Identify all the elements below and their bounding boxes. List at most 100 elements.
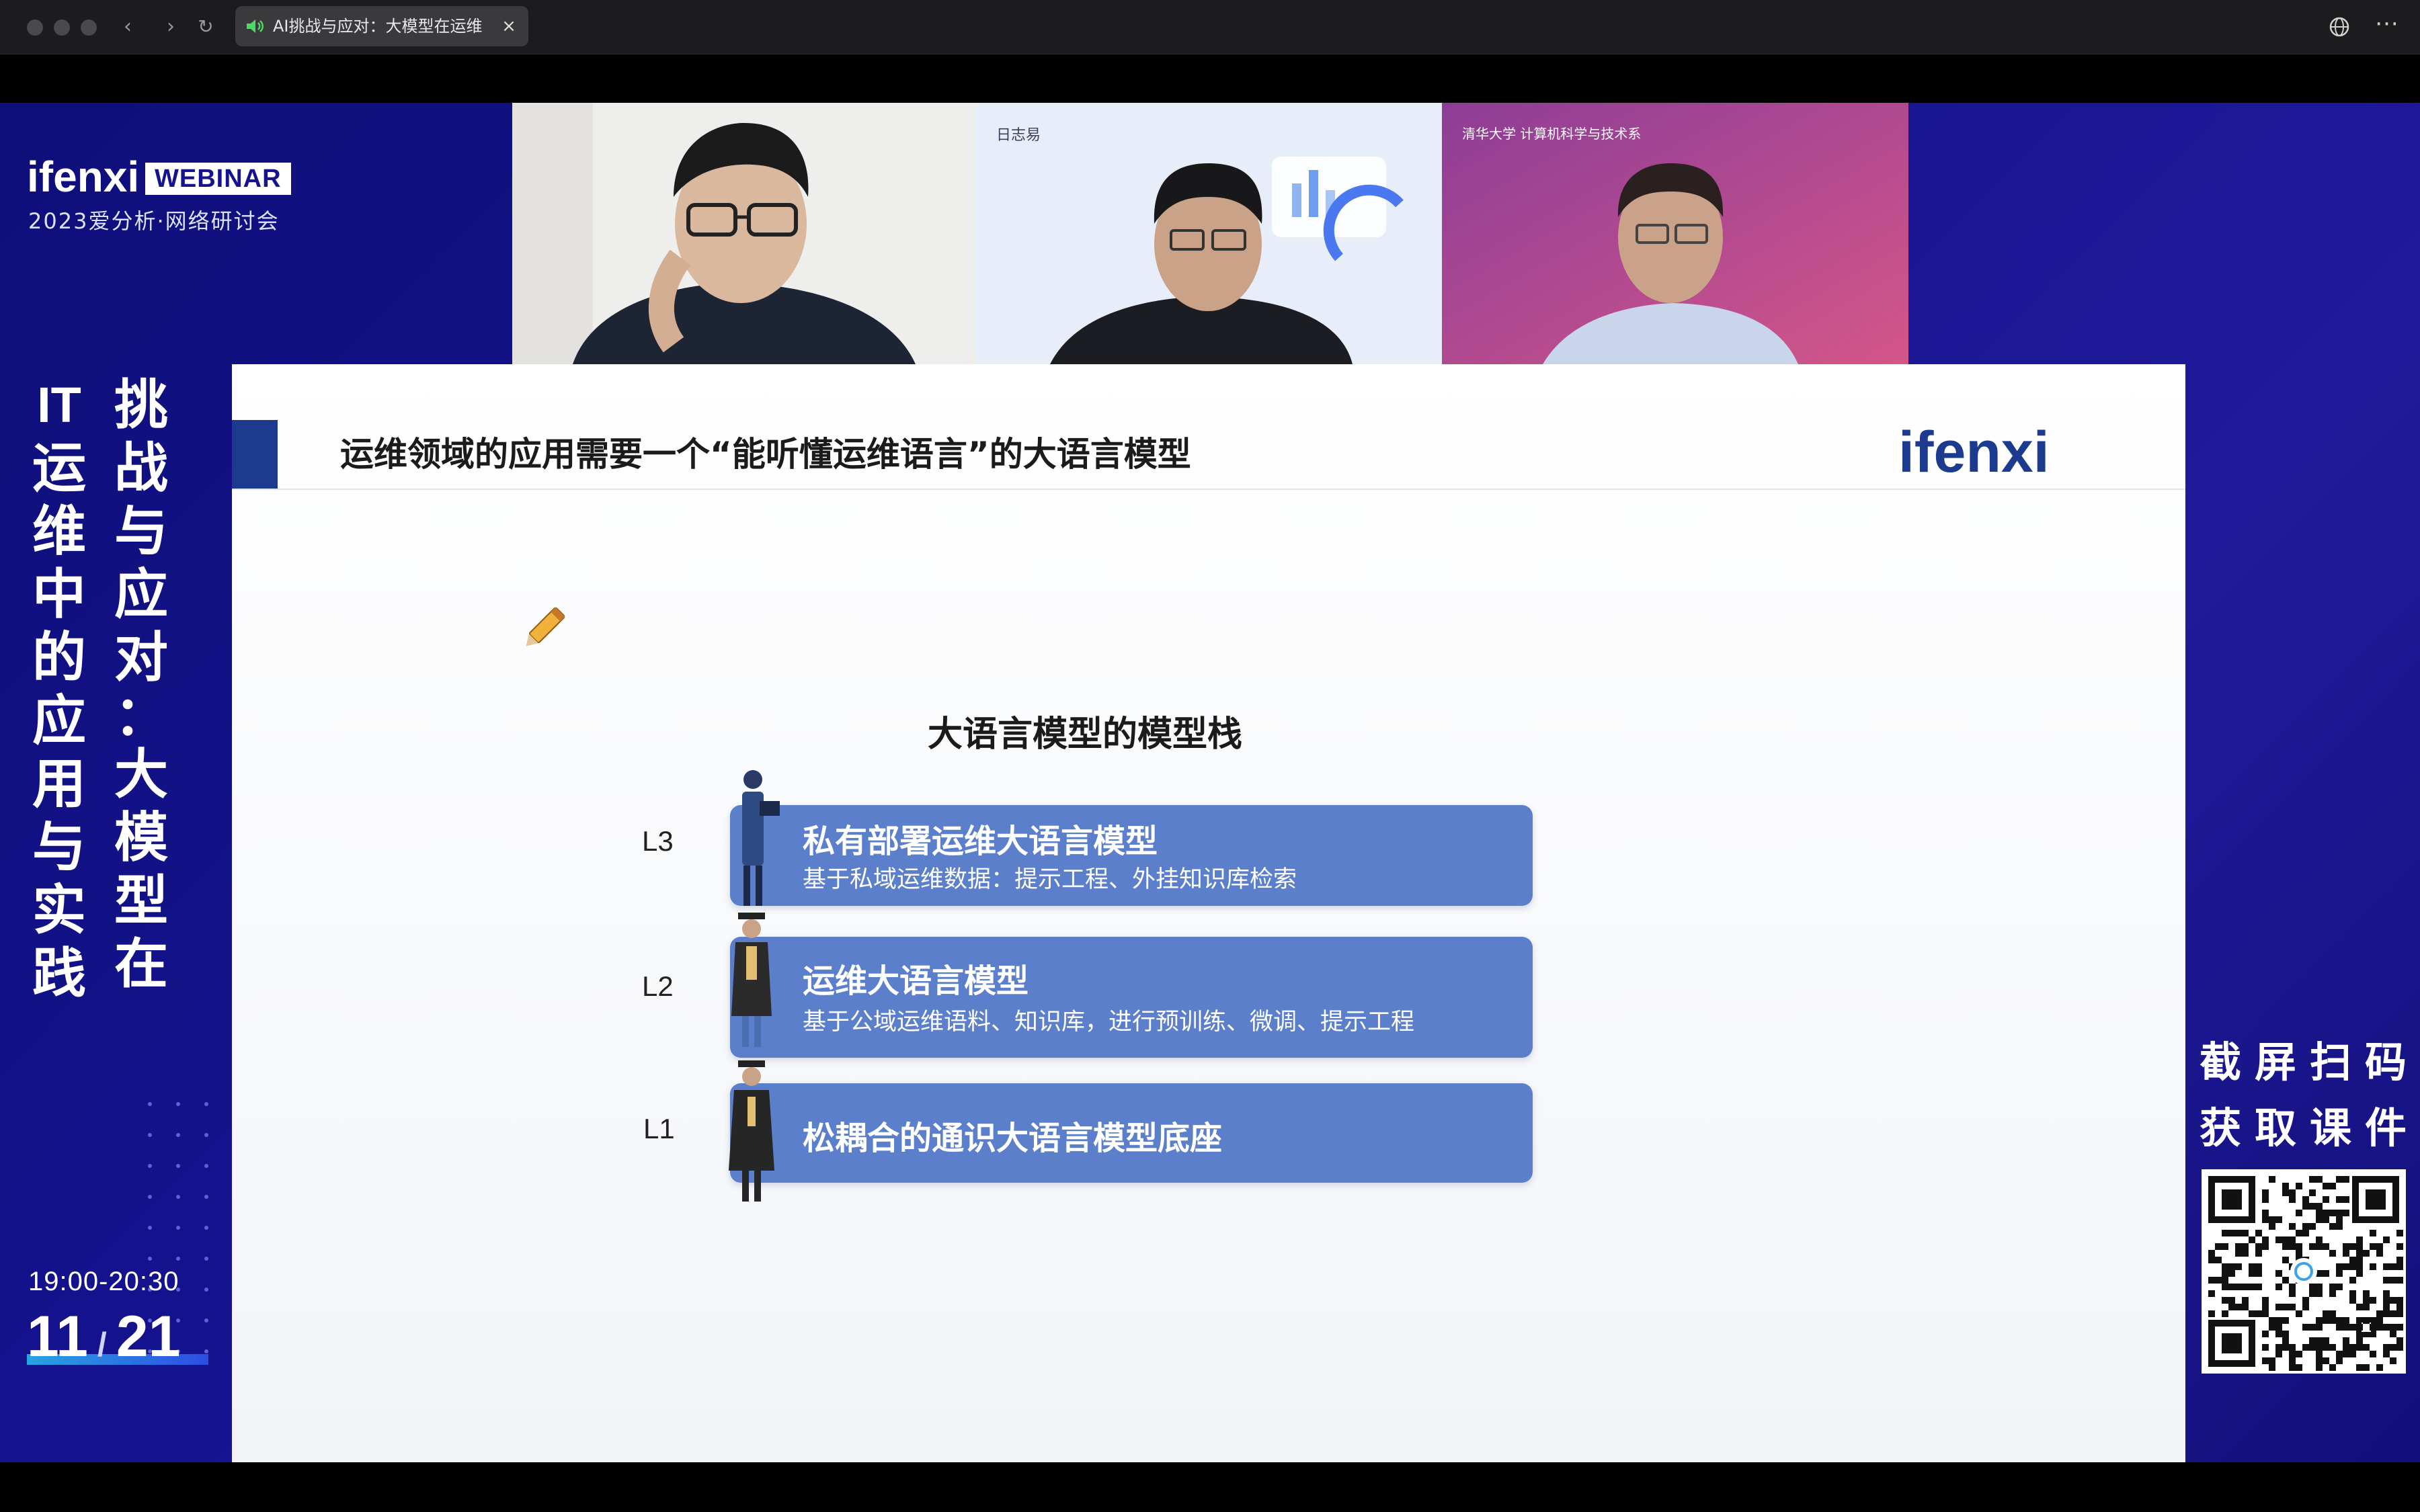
qr-module xyxy=(2309,1189,2316,1196)
title-char: IT xyxy=(37,377,81,433)
tab-close-button[interactable]: × xyxy=(497,15,520,38)
qr-module xyxy=(2262,1210,2269,1216)
qr-module xyxy=(2208,1290,2215,1297)
qr-module xyxy=(2356,1257,2363,1263)
qr-module xyxy=(2349,1257,2356,1263)
decorative-dot xyxy=(148,1226,152,1230)
participant-video-2[interactable]: 日志易 xyxy=(976,103,1442,364)
globe-icon[interactable] xyxy=(2327,15,2351,39)
qr-module xyxy=(2296,1364,2302,1371)
qr-module xyxy=(2323,1317,2329,1324)
decorative-dot xyxy=(204,1318,208,1322)
more-menu-button[interactable]: ··· xyxy=(2370,9,2404,43)
qr-module xyxy=(2296,1351,2302,1357)
qr-module xyxy=(2363,1297,2370,1304)
qr-module xyxy=(2370,1263,2376,1270)
qr-module xyxy=(2235,1304,2242,1310)
decorative-dot xyxy=(176,1133,180,1137)
qr-module xyxy=(2383,1310,2390,1317)
qr-module xyxy=(2249,1263,2255,1270)
qr-module xyxy=(2343,1210,2349,1216)
qr-module xyxy=(2282,1183,2289,1189)
participant-video-1[interactable] xyxy=(512,103,976,364)
qr-module xyxy=(2222,1230,2228,1236)
qr-module xyxy=(2356,1337,2363,1344)
ifenxi-logo-text: ifenxi xyxy=(27,153,140,201)
qr-module xyxy=(2289,1196,2296,1203)
qr-module xyxy=(2316,1337,2323,1344)
qr-module xyxy=(2390,1357,2396,1364)
qr-module xyxy=(2336,1357,2343,1364)
level-box-l2: 运维大语言模型 基于公域运维语料、知识库，进行预训练、微调、提示工程 xyxy=(730,937,1533,1058)
qr-module xyxy=(2222,1263,2228,1270)
qr-module xyxy=(2289,1290,2296,1297)
participant-video-3[interactable]: 清华大学 计算机科学与技术系 xyxy=(1442,103,1908,364)
qr-code-icon[interactable] xyxy=(2202,1169,2406,1374)
company-logo: 日志易 xyxy=(996,127,1041,144)
qr-module xyxy=(2336,1270,2343,1277)
decorative-dot xyxy=(148,1102,152,1106)
qr-module xyxy=(2302,1297,2309,1304)
qr-module xyxy=(2222,1277,2228,1284)
qr-module xyxy=(2282,1331,2289,1337)
title-char: 应 xyxy=(32,689,86,752)
reload-button[interactable]: ↻ xyxy=(191,12,220,42)
qr-module xyxy=(2249,1284,2255,1290)
qr-module xyxy=(2269,1357,2275,1364)
window-minimize-button[interactable] xyxy=(54,19,70,36)
qr-module xyxy=(2396,1263,2403,1270)
qr-module xyxy=(2363,1317,2370,1324)
qr-module xyxy=(2316,1364,2323,1371)
qr-module xyxy=(2222,1297,2228,1304)
qr-module xyxy=(2343,1317,2349,1324)
back-button[interactable]: ‹ xyxy=(113,12,143,42)
qr-module xyxy=(2336,1223,2343,1230)
qr-module xyxy=(2289,1364,2296,1371)
qr-module xyxy=(2289,1344,2296,1351)
qr-module xyxy=(2396,1310,2403,1317)
qr-module xyxy=(2390,1297,2396,1304)
qr-module xyxy=(2235,1284,2242,1290)
forward-button[interactable]: › xyxy=(156,12,186,42)
qr-module xyxy=(2329,1210,2336,1216)
qr-module xyxy=(2349,1290,2356,1297)
window-zoom-button[interactable] xyxy=(81,19,97,36)
qr-module xyxy=(2289,1236,2296,1243)
decorative-dot xyxy=(204,1288,208,1292)
qr-module xyxy=(2383,1304,2390,1310)
qr-module xyxy=(2316,1344,2323,1351)
qr-module xyxy=(2208,1277,2215,1284)
qr-module xyxy=(2329,1344,2336,1351)
qr-module xyxy=(2309,1337,2316,1344)
qr-module xyxy=(2376,1310,2383,1317)
title-char: 与 xyxy=(114,500,168,562)
qr-module xyxy=(2275,1331,2282,1337)
qr-module xyxy=(2343,1176,2349,1183)
window-close-button[interactable] xyxy=(27,19,43,36)
speaker-icon[interactable] xyxy=(245,17,265,36)
qr-module xyxy=(2323,1216,2329,1223)
qr-module xyxy=(2356,1324,2363,1331)
qr-module xyxy=(2275,1284,2282,1290)
event-title-col1: 挑 战 与 应 对 ： 大 模 型 在 xyxy=(108,374,175,996)
qr-module xyxy=(2235,1230,2242,1236)
qr-module xyxy=(2235,1263,2242,1270)
browser-tab[interactable]: AI挑战与应对：大模型在运维 × xyxy=(235,6,528,46)
level-l2-title: 运维大语言模型 xyxy=(803,962,1029,1000)
qr-module xyxy=(2255,1284,2262,1290)
event-subtitle: 2023爱分析·网络研讨会 xyxy=(28,208,280,234)
qr-module xyxy=(2376,1317,2383,1324)
qr-module xyxy=(2316,1290,2323,1297)
title-char: 用 xyxy=(32,753,86,815)
qr-module xyxy=(2269,1364,2275,1371)
qr-module xyxy=(2255,1263,2262,1270)
graduate-figure-icon xyxy=(729,1060,774,1202)
qr-module xyxy=(2343,1344,2349,1351)
qr-module xyxy=(2356,1270,2363,1277)
slide-logo: ifenxi xyxy=(1898,420,2050,485)
qr-module xyxy=(2208,1257,2215,1263)
qr-module xyxy=(2309,1324,2316,1331)
qr-module xyxy=(2289,1243,2296,1250)
qr-module xyxy=(2242,1243,2249,1250)
qr-module xyxy=(2289,1284,2296,1290)
